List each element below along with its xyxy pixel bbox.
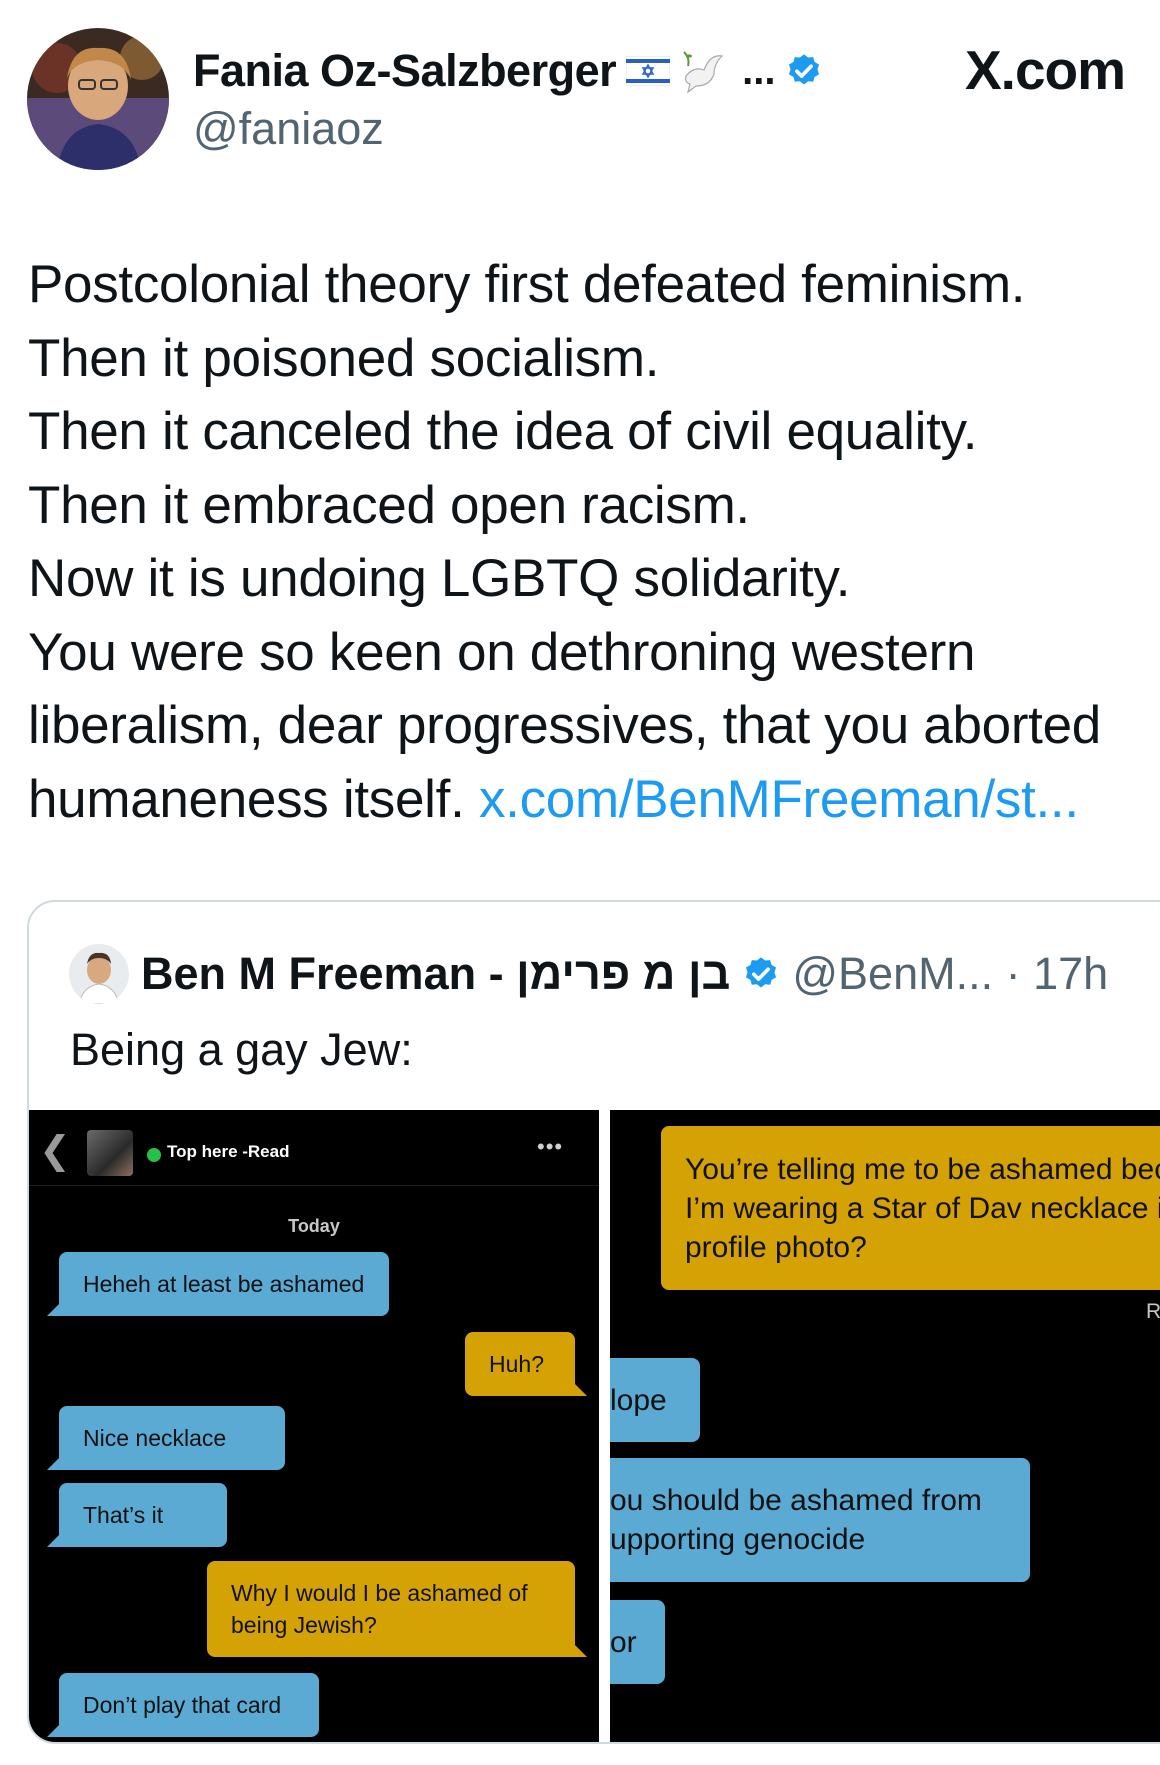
site-label: X.com bbox=[965, 39, 1126, 101]
tweet-line: Then it poisoned socialism. bbox=[28, 328, 660, 388]
avatar-photo bbox=[27, 28, 169, 170]
tweet-line: Then it canceled the idea of civil equal… bbox=[28, 402, 978, 461]
chat-top-bar: ❮ Top here -Read ••• bbox=[29, 1110, 599, 1186]
chat-bubble-received: Heheh at least be ashamed bbox=[47, 1252, 389, 1316]
read-receipt-label: Rea bbox=[1146, 1300, 1160, 1323]
chat-bubble-received: Nice necklace bbox=[47, 1406, 285, 1470]
dove-icon bbox=[683, 51, 724, 94]
quoted-author-name[interactable]: Ben M Freeman - בן מ פרימן bbox=[141, 948, 730, 1000]
quoted-author-handle-time: @BenM... · 17h bbox=[792, 948, 1109, 999]
chat-bubble-sent: You’re telling me to be ashamed because … bbox=[661, 1126, 1160, 1290]
tweet-line: humaneness itself. bbox=[28, 769, 465, 829]
author-name-row: Fania Oz-Salzberger ... bbox=[193, 40, 823, 102]
tweet-line: Now it is undoing LGBTQ solidarity. bbox=[28, 549, 851, 608]
author-avatar[interactable] bbox=[27, 28, 169, 170]
chat-status-label: Top here -Read bbox=[167, 1142, 290, 1161]
chat-bubble-sent: Why I would I be ashamed of being Jewish… bbox=[207, 1561, 587, 1657]
chat-profile-thumbnail[interactable] bbox=[87, 1130, 133, 1176]
chat-bubble-received: That’s it bbox=[47, 1483, 227, 1547]
tweet-line: Then it embraced open racism. bbox=[28, 475, 750, 535]
tweet-line: liberalism, dear progressives, that you … bbox=[28, 696, 1101, 755]
chat-bubble-received: or bbox=[610, 1600, 665, 1684]
chat-date-label: Today bbox=[288, 1216, 340, 1236]
verified-badge-icon bbox=[746, 957, 777, 988]
verified-badge-icon bbox=[789, 54, 820, 85]
chat-bubble-received: Don’t play that card bbox=[47, 1673, 319, 1737]
avatar-photo bbox=[69, 944, 129, 1004]
chat-bubble-sent: Huh? bbox=[465, 1332, 587, 1396]
back-chevron-icon[interactable]: ❮ bbox=[39, 1128, 71, 1173]
quoted-author-avatar[interactable] bbox=[69, 944, 129, 1004]
chat-bubble-received: lope bbox=[610, 1358, 700, 1442]
screenshot-divider bbox=[599, 1110, 610, 1742]
quoted-tweet-card[interactable]: Ben M Freeman - בן מ פרימן @BenM... · 17… bbox=[27, 900, 1160, 1744]
more-dots-icon[interactable]: ••• bbox=[537, 1134, 563, 1160]
israel-flag-icon bbox=[626, 56, 671, 86]
tweet-text: Postcolonial theory first defeated femin… bbox=[28, 248, 1158, 836]
chat-screenshot-left[interactable]: ❮ Top here -Read ••• Today Heheh at leas… bbox=[29, 1110, 599, 1742]
tweet-link[interactable]: x.com/BenMFreeman/st... bbox=[479, 770, 1079, 829]
author-handle[interactable]: @faniaoz bbox=[193, 103, 384, 155]
online-dot-icon bbox=[147, 1148, 161, 1162]
quoted-tweet-text: Being a gay Jew: bbox=[70, 1024, 413, 1075]
tweet-line: Postcolonial theory first defeated femin… bbox=[28, 255, 1026, 314]
quoted-tweet-header: Ben M Freeman - בן מ פרימן @BenM... · 17… bbox=[69, 944, 1108, 1004]
tweet-line-last: humaneness itself. x.com/BenMFreeman/st.… bbox=[28, 763, 1158, 837]
tweet-line: You were so keen on dethroning western bbox=[28, 622, 976, 682]
author-display-name[interactable]: Fania Oz-Salzberger bbox=[193, 45, 617, 97]
chat-bubble-received: ou should be ashamed from upporting geno… bbox=[610, 1458, 1030, 1582]
name-overflow: ... bbox=[742, 48, 776, 93]
chat-screenshot-right[interactable]: You’re telling me to be ashamed because … bbox=[610, 1110, 1160, 1742]
